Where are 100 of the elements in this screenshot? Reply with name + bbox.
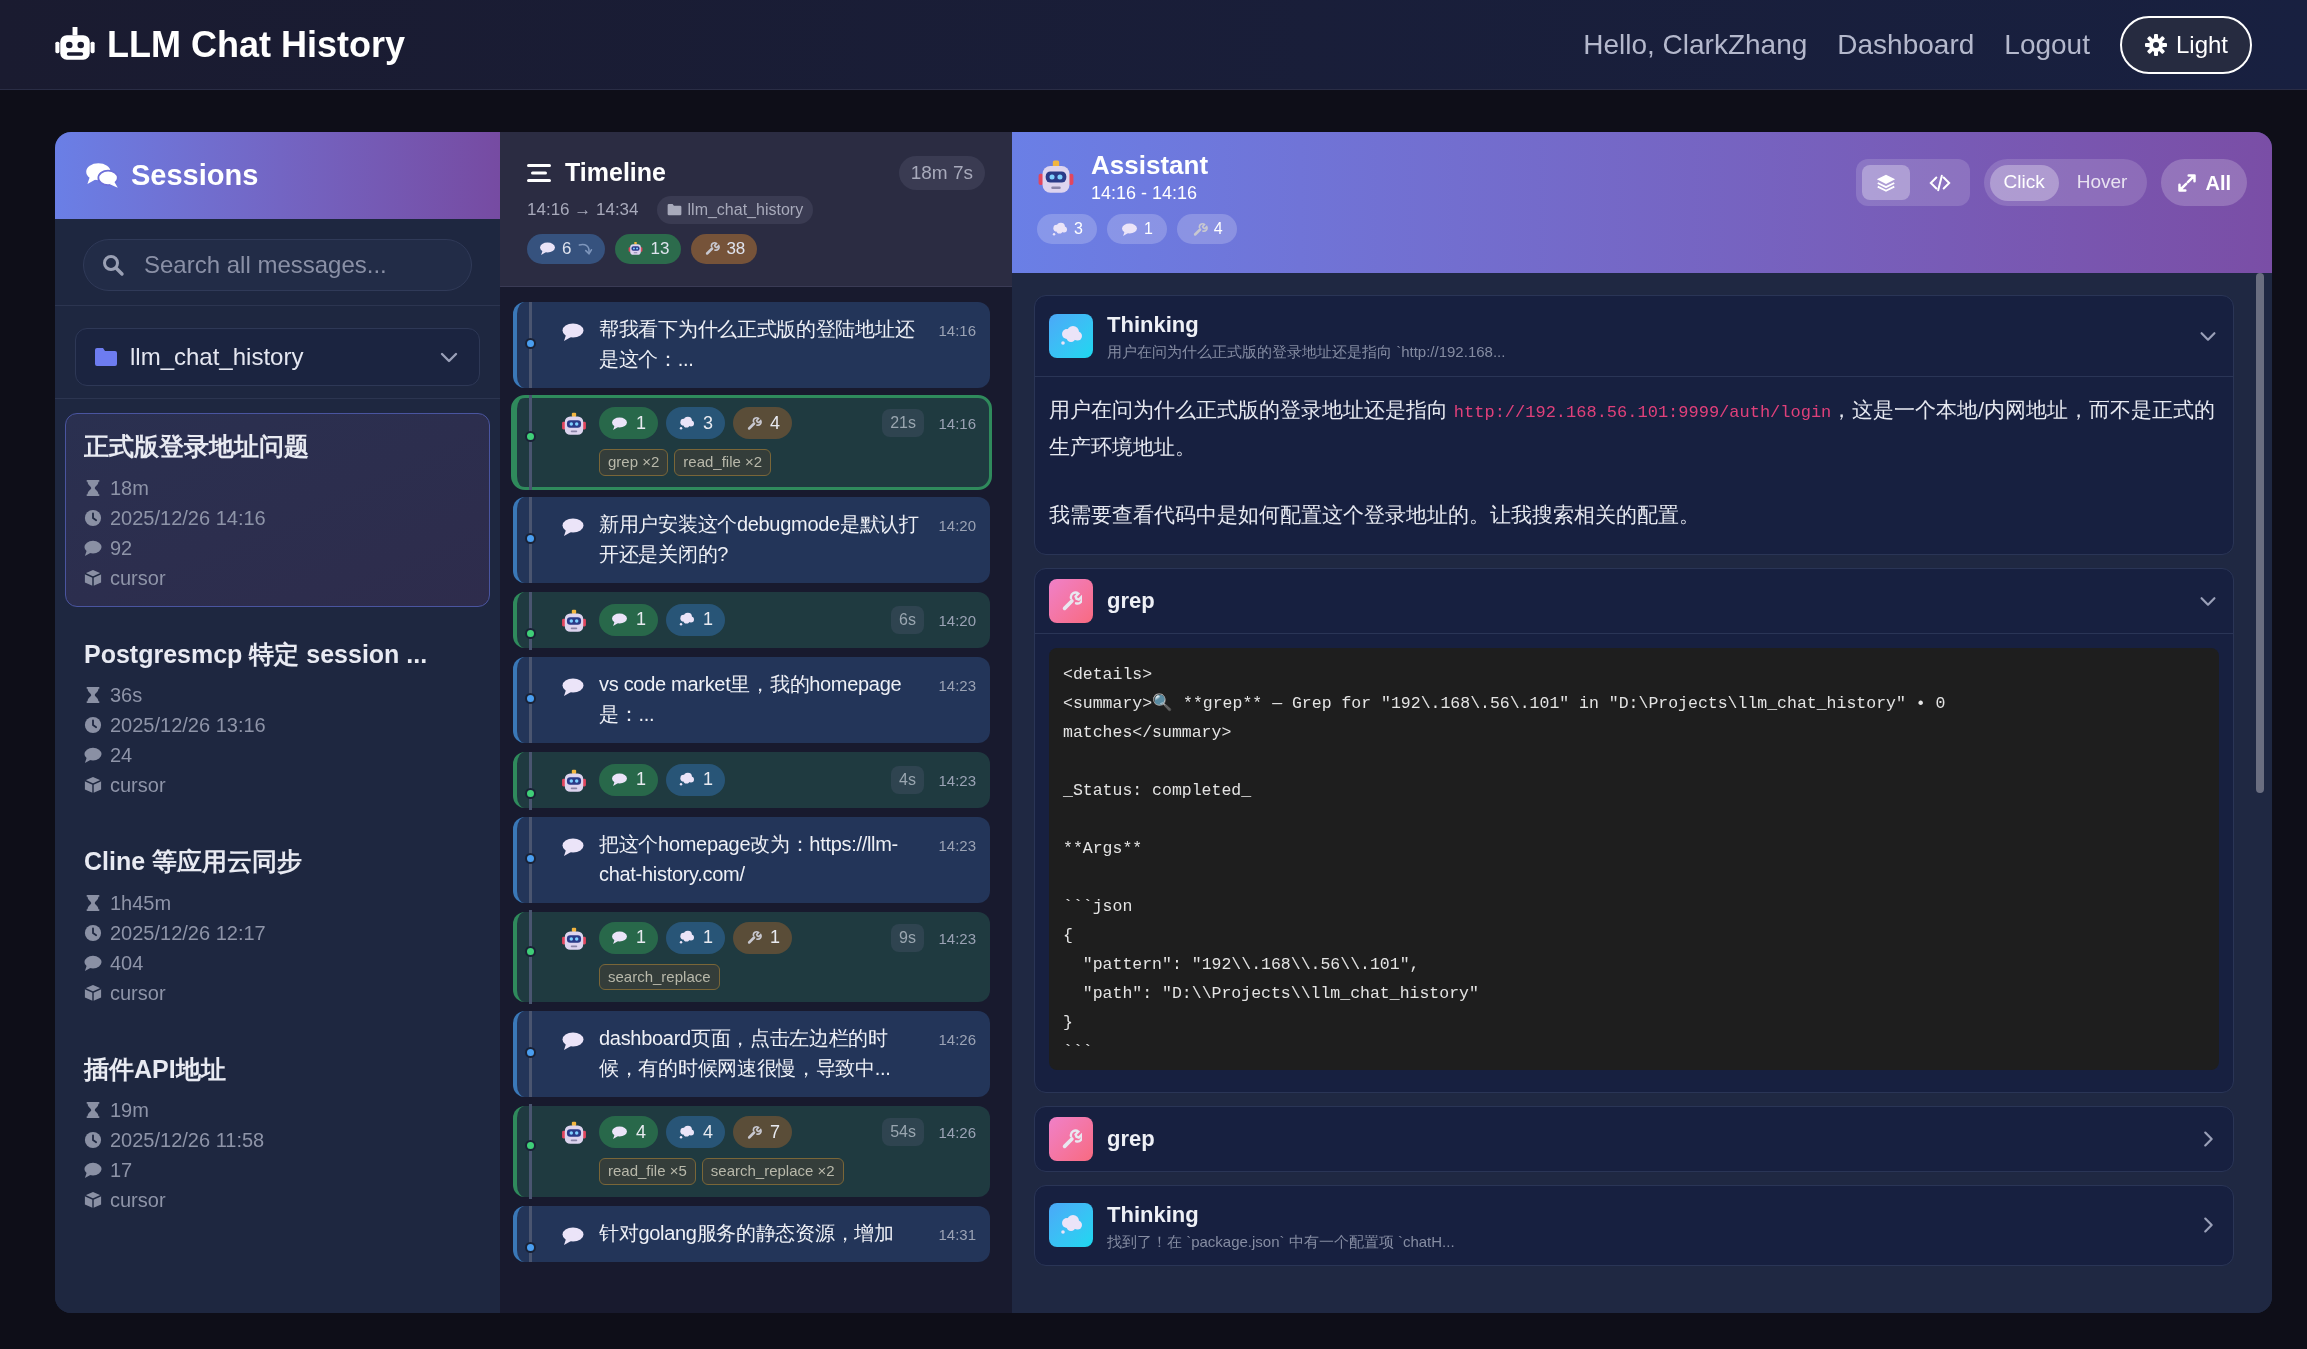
nav-link[interactable]: Dashboard bbox=[1837, 23, 1975, 66]
block-header[interactable]: grep bbox=[1035, 568, 2233, 634]
assistant-turn[interactable]: 1 1 6s 14:20 bbox=[513, 591, 990, 648]
clock-icon bbox=[84, 1131, 102, 1149]
tool-tag: grep ×2 bbox=[599, 449, 669, 476]
panel-title: Timeline bbox=[565, 157, 666, 188]
duration-badge: 6s bbox=[891, 605, 924, 634]
cube-icon bbox=[84, 568, 102, 587]
paragraph-text: 我需要查看代码中是如何配置这个登录地址的。让我搜索相关的配置。 bbox=[1049, 501, 1701, 528]
user-message[interactable]: 针对golang服务的静态资源，增加 14:31 bbox=[513, 1205, 990, 1262]
search-field[interactable]: Search all messages... bbox=[83, 239, 472, 291]
user-message[interactable]: dashboard页面，点击左边栏的时候，有的时候网速很慢，导致中... 14:26 bbox=[513, 1011, 990, 1097]
robot-icon bbox=[1037, 157, 1075, 196]
robot-icon bbox=[55, 26, 95, 63]
timestamp: 14:16 bbox=[937, 321, 976, 341]
session-item[interactable]: Postgresmcp 特定 session ... 36s 2025/12/26 13:16 24 cursor bbox=[65, 620, 490, 814]
speech-bubble-icon bbox=[611, 772, 628, 787]
nav-link[interactable]: Logout bbox=[2004, 23, 2090, 66]
clock-icon bbox=[84, 923, 102, 942]
message-text: 帮我看下为什么正式版的登陆地址还是这个：... bbox=[599, 317, 916, 372]
session-meta: 18m bbox=[110, 475, 149, 501]
timestamp: 14:26 bbox=[937, 1123, 976, 1143]
count-badge: 1 bbox=[599, 603, 658, 636]
session-title: Postgresmcp 特定 session ... bbox=[84, 638, 429, 670]
block-header[interactable]: Thinking 用户在问为什么正式版的登录地址还是指向 `http://192.168... bbox=[1035, 296, 2233, 377]
count-badge: 4 bbox=[733, 407, 793, 439]
robot-icon bbox=[561, 767, 587, 794]
timestamp: 14:31 bbox=[937, 1224, 976, 1245]
app-title: LLM Chat History bbox=[107, 22, 405, 67]
tool-tag: read_file ×2 bbox=[674, 449, 772, 476]
speech-bubble-icon bbox=[561, 836, 585, 857]
duration-badge: 18m 7s bbox=[898, 155, 985, 190]
block-preview: 用户在问为什么正式版的登录地址还是指向 `http://192.168... bbox=[1107, 342, 1507, 362]
cube-icon bbox=[84, 983, 102, 1002]
robot-icon bbox=[627, 241, 645, 256]
chat-bubbles-icon bbox=[85, 162, 119, 189]
thought-bubble-icon bbox=[678, 415, 695, 431]
session-meta: 17 bbox=[110, 1158, 133, 1183]
thought-bubble-icon bbox=[678, 930, 695, 945]
count-badge: 1 bbox=[599, 921, 658, 954]
user-message[interactable]: 把这个homepage改为：https://llm-chat-history.com/ 14:23 bbox=[513, 816, 990, 903]
timestamp: 14:16 bbox=[937, 414, 976, 434]
session-item[interactable]: 插件API地址 19m 2025/12/26 11:58 17 cursor bbox=[65, 1035, 490, 1229]
assistant-turn[interactable]: 1 3 4 21s grep ×2 read_file ×2 14:16 bbox=[513, 397, 990, 488]
speech-bubble-icon bbox=[611, 1124, 628, 1140]
panel-title: Sessions bbox=[131, 157, 259, 193]
thought-bubble-icon bbox=[1059, 1214, 1083, 1237]
count-badge: 1 bbox=[666, 763, 726, 796]
thought-bubble-icon bbox=[678, 772, 695, 787]
gear-icon bbox=[2143, 32, 2168, 57]
speech-bubble-icon bbox=[611, 415, 628, 431]
block-title: grep bbox=[1107, 587, 1156, 615]
session-meta: cursor bbox=[110, 773, 166, 798]
hourglass-icon bbox=[84, 478, 102, 497]
stat-badge: 13 bbox=[615, 233, 682, 264]
tool-tag: search_replace ×2 bbox=[701, 1158, 844, 1185]
message-text: vs code market里，我的homepage是：... bbox=[599, 671, 903, 727]
time-range: 14:16 - 14:16 bbox=[1091, 181, 1199, 204]
stat-badge: 6 bbox=[527, 233, 606, 264]
user-message[interactable]: vs code market里，我的homepage是：... 14:23 bbox=[513, 656, 990, 743]
speech-bubble-icon bbox=[611, 930, 628, 945]
project-dropdown[interactable]: llm_chat_history bbox=[75, 328, 480, 386]
hourglass-icon bbox=[84, 686, 102, 704]
count-badge: 4 bbox=[666, 1116, 726, 1148]
session-meta: cursor bbox=[110, 565, 166, 591]
assistant-turn[interactable]: 1 1 1 9s search_replace 14:23 bbox=[513, 911, 990, 1002]
thought-bubble-icon bbox=[1051, 221, 1068, 237]
session-title: 正式版登录地址问题 bbox=[84, 431, 310, 462]
robot-icon bbox=[561, 925, 587, 952]
user-message[interactable]: 新用户安装这个debugmode是默认打开还是关闭的? 14:20 bbox=[513, 496, 990, 583]
folder-icon bbox=[94, 347, 118, 367]
block-preview: 找到了！在 `package.json` 中有一个配置项 `chatH... bbox=[1107, 1231, 1456, 1252]
speech-bubble-icon bbox=[561, 322, 585, 342]
block-header[interactable]: Thinking 找到了！在 `package.json` 中有一个配置项 `chatH... bbox=[1035, 1185, 2233, 1265]
assistant-turn[interactable]: 1 1 4s 14:23 bbox=[513, 751, 990, 808]
theme-toggle-button[interactable]: Light bbox=[2119, 15, 2252, 74]
session-item[interactable]: Cline 等应用云同步 1h45m 2025/12/26 12:17 404 cursor bbox=[65, 828, 490, 1022]
project-chip: llm_chat_history bbox=[656, 195, 814, 224]
block-header[interactable]: grep bbox=[1035, 1106, 2233, 1171]
session-meta: 24 bbox=[110, 743, 133, 768]
assistant-turn[interactable]: 4 4 7 54s read_file ×5 search_replace ×2 14:26 bbox=[513, 1106, 990, 1197]
message-text: 新用户安装这个debugmode是默认打开还是关闭的? bbox=[599, 511, 920, 567]
duration-badge: 4s bbox=[891, 765, 924, 794]
thought-bubble-icon bbox=[1059, 324, 1083, 347]
session-item[interactable]: 正式版登录地址问题 18m 2025/12/26 14:16 92 cursor bbox=[65, 413, 490, 607]
user-message[interactable]: 帮我看下为什么正式版的登陆地址还是这个：... 14:16 bbox=[513, 302, 990, 388]
session-meta: cursor bbox=[110, 980, 166, 1006]
count-badge: 1 bbox=[599, 407, 658, 439]
block-title: Thinking bbox=[1107, 1200, 1200, 1229]
speech-bubble-icon bbox=[561, 1225, 585, 1246]
timestamp: 14:23 bbox=[937, 675, 976, 696]
speech-bubble-icon bbox=[1120, 221, 1138, 237]
expand-all-button[interactable]: All bbox=[2161, 159, 2247, 206]
count-badge: 1 bbox=[599, 763, 658, 796]
comment-icon bbox=[84, 538, 102, 557]
speech-bubble-icon bbox=[611, 612, 628, 627]
view-mode-button[interactable] bbox=[1861, 165, 1910, 200]
scrollbar-thumb[interactable] bbox=[2256, 273, 2264, 793]
session-meta: 92 bbox=[110, 535, 133, 561]
wrench-icon bbox=[745, 930, 763, 945]
